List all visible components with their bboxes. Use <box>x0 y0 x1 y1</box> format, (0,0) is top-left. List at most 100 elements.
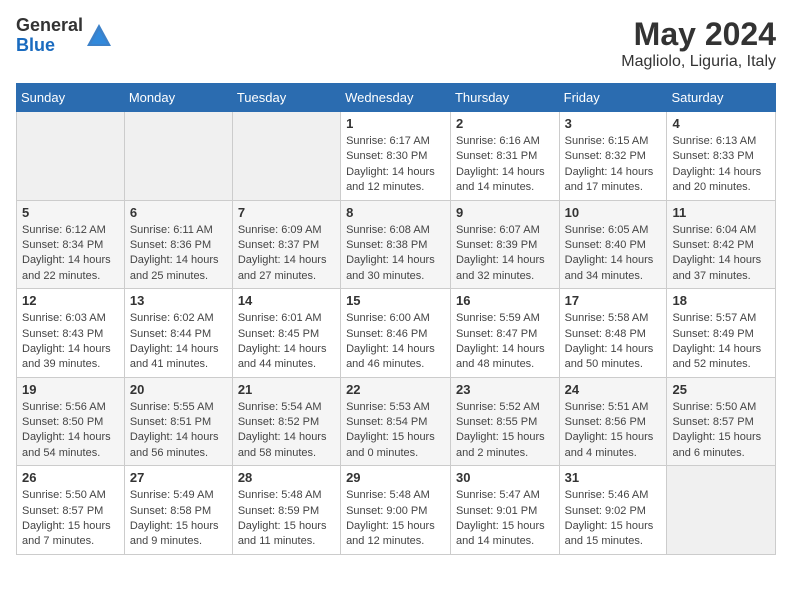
day-number: 24 <box>565 382 662 397</box>
calendar-day-cell: 25Sunrise: 5:50 AMSunset: 8:57 PMDayligh… <box>667 377 776 466</box>
day-number: 3 <box>565 116 662 131</box>
sunset-text: Sunset: 8:37 PM <box>238 239 319 251</box>
sunrise-text: Sunrise: 5:48 AM <box>238 489 322 501</box>
daylight-text: Daylight: 14 hours and 52 minutes. <box>672 343 761 370</box>
calendar-day-cell: 2Sunrise: 6:16 AMSunset: 8:31 PMDaylight… <box>450 112 559 201</box>
sunset-text: Sunset: 8:56 PM <box>565 416 646 428</box>
calendar-week-row: 26Sunrise: 5:50 AMSunset: 8:57 PMDayligh… <box>17 466 776 555</box>
daylight-text: Daylight: 15 hours and 11 minutes. <box>238 520 327 547</box>
calendar-week-row: 5Sunrise: 6:12 AMSunset: 8:34 PMDaylight… <box>17 200 776 289</box>
day-number: 12 <box>22 293 119 308</box>
calendar-day-cell: 11Sunrise: 6:04 AMSunset: 8:42 PMDayligh… <box>667 200 776 289</box>
sunrise-text: Sunrise: 5:50 AM <box>672 401 756 413</box>
day-number: 31 <box>565 470 662 485</box>
day-number: 10 <box>565 205 662 220</box>
calendar-week-row: 19 Sunrise: 5:56 AMSunset: 8:50 PMDayligh… <box>17 377 776 466</box>
sunset-text: Sunset: 8:54 PM <box>346 416 427 428</box>
calendar-day-cell: 17Sunrise: 5:58 AMSunset: 8:48 PMDayligh… <box>559 289 667 378</box>
daylight-text: Daylight: 14 hours and 20 minutes. <box>672 166 761 193</box>
daylight-text: Daylight: 14 hours and 22 minutes. <box>22 254 111 281</box>
daylight-text: Daylight: 14 hours and 37 minutes. <box>672 254 761 281</box>
day-number: 18 <box>672 293 770 308</box>
daylight-text: Daylight: 14 hours and 14 minutes. <box>456 166 545 193</box>
daylight-text: Daylight: 14 hours and 12 minutes. <box>346 166 435 193</box>
day-info: Sunrise: 5:57 AM Sunset: 8:49 PM Daylight:… <box>672 311 770 373</box>
day-number: 5 <box>22 205 119 220</box>
weekday-header-thursday: Thursday <box>450 84 559 112</box>
daylight-text: Daylight: 15 hours and 15 minutes. <box>565 520 654 547</box>
sunset-text: Sunset: 8:42 PM <box>672 239 753 251</box>
day-info: Sunrise: 5:50 AMSunset: 8:57 PMDaylight:… <box>672 400 770 462</box>
sunrise-text: Sunrise: 6:15 AM <box>565 135 649 147</box>
sunrise-text: Sunrise: 6:16 AM <box>456 135 540 147</box>
day-number: 30 <box>456 470 554 485</box>
daylight-text: Daylight: 15 hours and 0 minutes. <box>346 431 435 458</box>
day-info: Sunrise: 6:07 AMSunset: 8:39 PMDaylight:… <box>456 223 554 285</box>
daylight-text: Daylight: 14 hours and 32 minutes. <box>456 254 545 281</box>
calendar-day-cell: 24Sunrise: 5:51 AMSunset: 8:56 PMDayligh… <box>559 377 667 466</box>
sunset-text: Sunset: 8:51 PM <box>130 416 211 428</box>
calendar-day-cell <box>124 112 232 201</box>
daylight-text: Daylight: 14 hours and 30 minutes. <box>346 254 435 281</box>
daylight-text: Daylight: 14 hours and 39 minutes. <box>22 343 111 370</box>
day-info: Sunrise: 6:01 AMSunset: 8:45 PMDaylight:… <box>238 311 335 373</box>
month-title: May 2024 <box>621 16 776 53</box>
day-info: Sunrise: 5:56 AMSunset: 8:50 PMDaylight:… <box>22 400 119 462</box>
sunrise-text: Sunrise: 5:50 AM <box>22 489 106 501</box>
calendar-day-cell: 8Sunrise: 6:08 AMSunset: 8:38 PMDaylight… <box>341 200 451 289</box>
page-header: General Blue May 2024 Magliolo, Liguria,… <box>16 16 776 71</box>
daylight-text: Daylight: 15 hours and 7 minutes. <box>22 520 111 547</box>
sunrise-text: Sunrise: 5:52 AM <box>456 401 540 413</box>
day-number: 11 <box>672 205 770 220</box>
day-info: Sunrise: 5:47 AMSunset: 9:01 PMDaylight:… <box>456 488 554 550</box>
sunset-text: Sunset: 8:33 PM <box>672 150 753 162</box>
logo-icon <box>85 22 113 50</box>
sunset-text: Sunset: 8:52 PM <box>238 416 319 428</box>
calendar-day-cell: 15Sunrise: 6:00 AMSunset: 8:46 PMDayligh… <box>341 289 451 378</box>
daylight-text: Daylight: 14 hours and 54 minutes. <box>22 431 111 458</box>
sunset-text: Sunset: 8:49 PM <box>672 328 753 340</box>
day-number: 13 <box>130 293 227 308</box>
calendar-day-cell <box>232 112 340 201</box>
calendar-day-cell: 10Sunrise: 6:05 AMSunset: 8:40 PMDayligh… <box>559 200 667 289</box>
daylight-text: Daylight: 15 hours and 12 minutes. <box>346 520 435 547</box>
daylight-text: Daylight: 14 hours and 56 minutes. <box>130 431 219 458</box>
sunset-text: Sunset: 8:55 PM <box>456 416 537 428</box>
day-info: Sunrise: 6:13 AM Sunset: 8:33 PM Daylight:… <box>672 134 770 196</box>
sunset-text: Sunset: 8:32 PM <box>565 150 646 162</box>
daylight-text: Daylight: 14 hours and 41 minutes. <box>130 343 219 370</box>
sunrise-text: Sunrise: 5:57 AM <box>672 312 756 324</box>
daylight-text: Daylight: 14 hours and 48 minutes. <box>456 343 545 370</box>
day-number: 1 <box>346 116 445 131</box>
sunset-text: Sunset: 8:48 PM <box>565 328 646 340</box>
daylight-text: Daylight: 14 hours and 44 minutes. <box>238 343 327 370</box>
day-info: Sunrise: 5:48 AMSunset: 9:00 PMDaylight:… <box>346 488 445 550</box>
sunset-text: Sunset: 8:45 PM <box>238 328 319 340</box>
title-block: May 2024 Magliolo, Liguria, Italy <box>621 16 776 71</box>
day-info: Sunrise: 5:58 AMSunset: 8:48 PMDaylight:… <box>565 311 662 373</box>
calendar-day-cell: 6Sunrise: 6:11 AMSunset: 8:36 PMDaylight… <box>124 200 232 289</box>
day-number: 19 <box>22 382 119 397</box>
sunrise-text: Sunrise: 5:55 AM <box>130 401 214 413</box>
sunset-text: Sunset: 8:43 PM <box>22 328 103 340</box>
sunrise-text: Sunrise: 6:13 AM <box>672 135 756 147</box>
calendar-day-cell <box>17 112 125 201</box>
day-info: Sunrise: 5:52 AM Sunset: 8:55 PM Daylight:… <box>456 400 554 462</box>
sunrise-text: Sunrise: 6:08 AM <box>346 224 430 236</box>
calendar-day-cell: 31Sunrise: 5:46 AMSunset: 9:02 PMDayligh… <box>559 466 667 555</box>
daylight-text: Daylight: 14 hours and 17 minutes. <box>565 166 654 193</box>
sunrise-text: Sunrise: 5:56 AM <box>22 401 106 413</box>
day-info: Sunrise: 6:00 AMSunset: 8:46 PMDaylight:… <box>346 311 445 373</box>
calendar-day-cell: 21Sunrise: 5:54 AMSunset: 8:52 PMDayligh… <box>232 377 340 466</box>
sunset-text: Sunset: 8:34 PM <box>22 239 103 251</box>
calendar-day-cell: 23Sunrise: 5:52 AMSunset: 8:55 PMDayligh… <box>450 377 559 466</box>
sunrise-text: Sunrise: 5:58 AM <box>565 312 649 324</box>
day-number: 17 <box>565 293 662 308</box>
calendar-day-cell: 1Sunrise: 6:17 AMSunset: 8:30 PMDaylight… <box>341 112 451 201</box>
sunrise-text: Sunrise: 5:53 AM <box>346 401 430 413</box>
daylight-text: Daylight: 15 hours and 2 minutes. <box>456 431 545 458</box>
sunset-text: Sunset: 8:58 PM <box>130 505 211 517</box>
sunrise-text: Sunrise: 6:05 AM <box>565 224 649 236</box>
sunrise-text: Sunrise: 5:54 AM <box>238 401 322 413</box>
day-info: Sunrise: 5:50 AMSunset: 8:57 PMDaylight:… <box>22 488 119 550</box>
